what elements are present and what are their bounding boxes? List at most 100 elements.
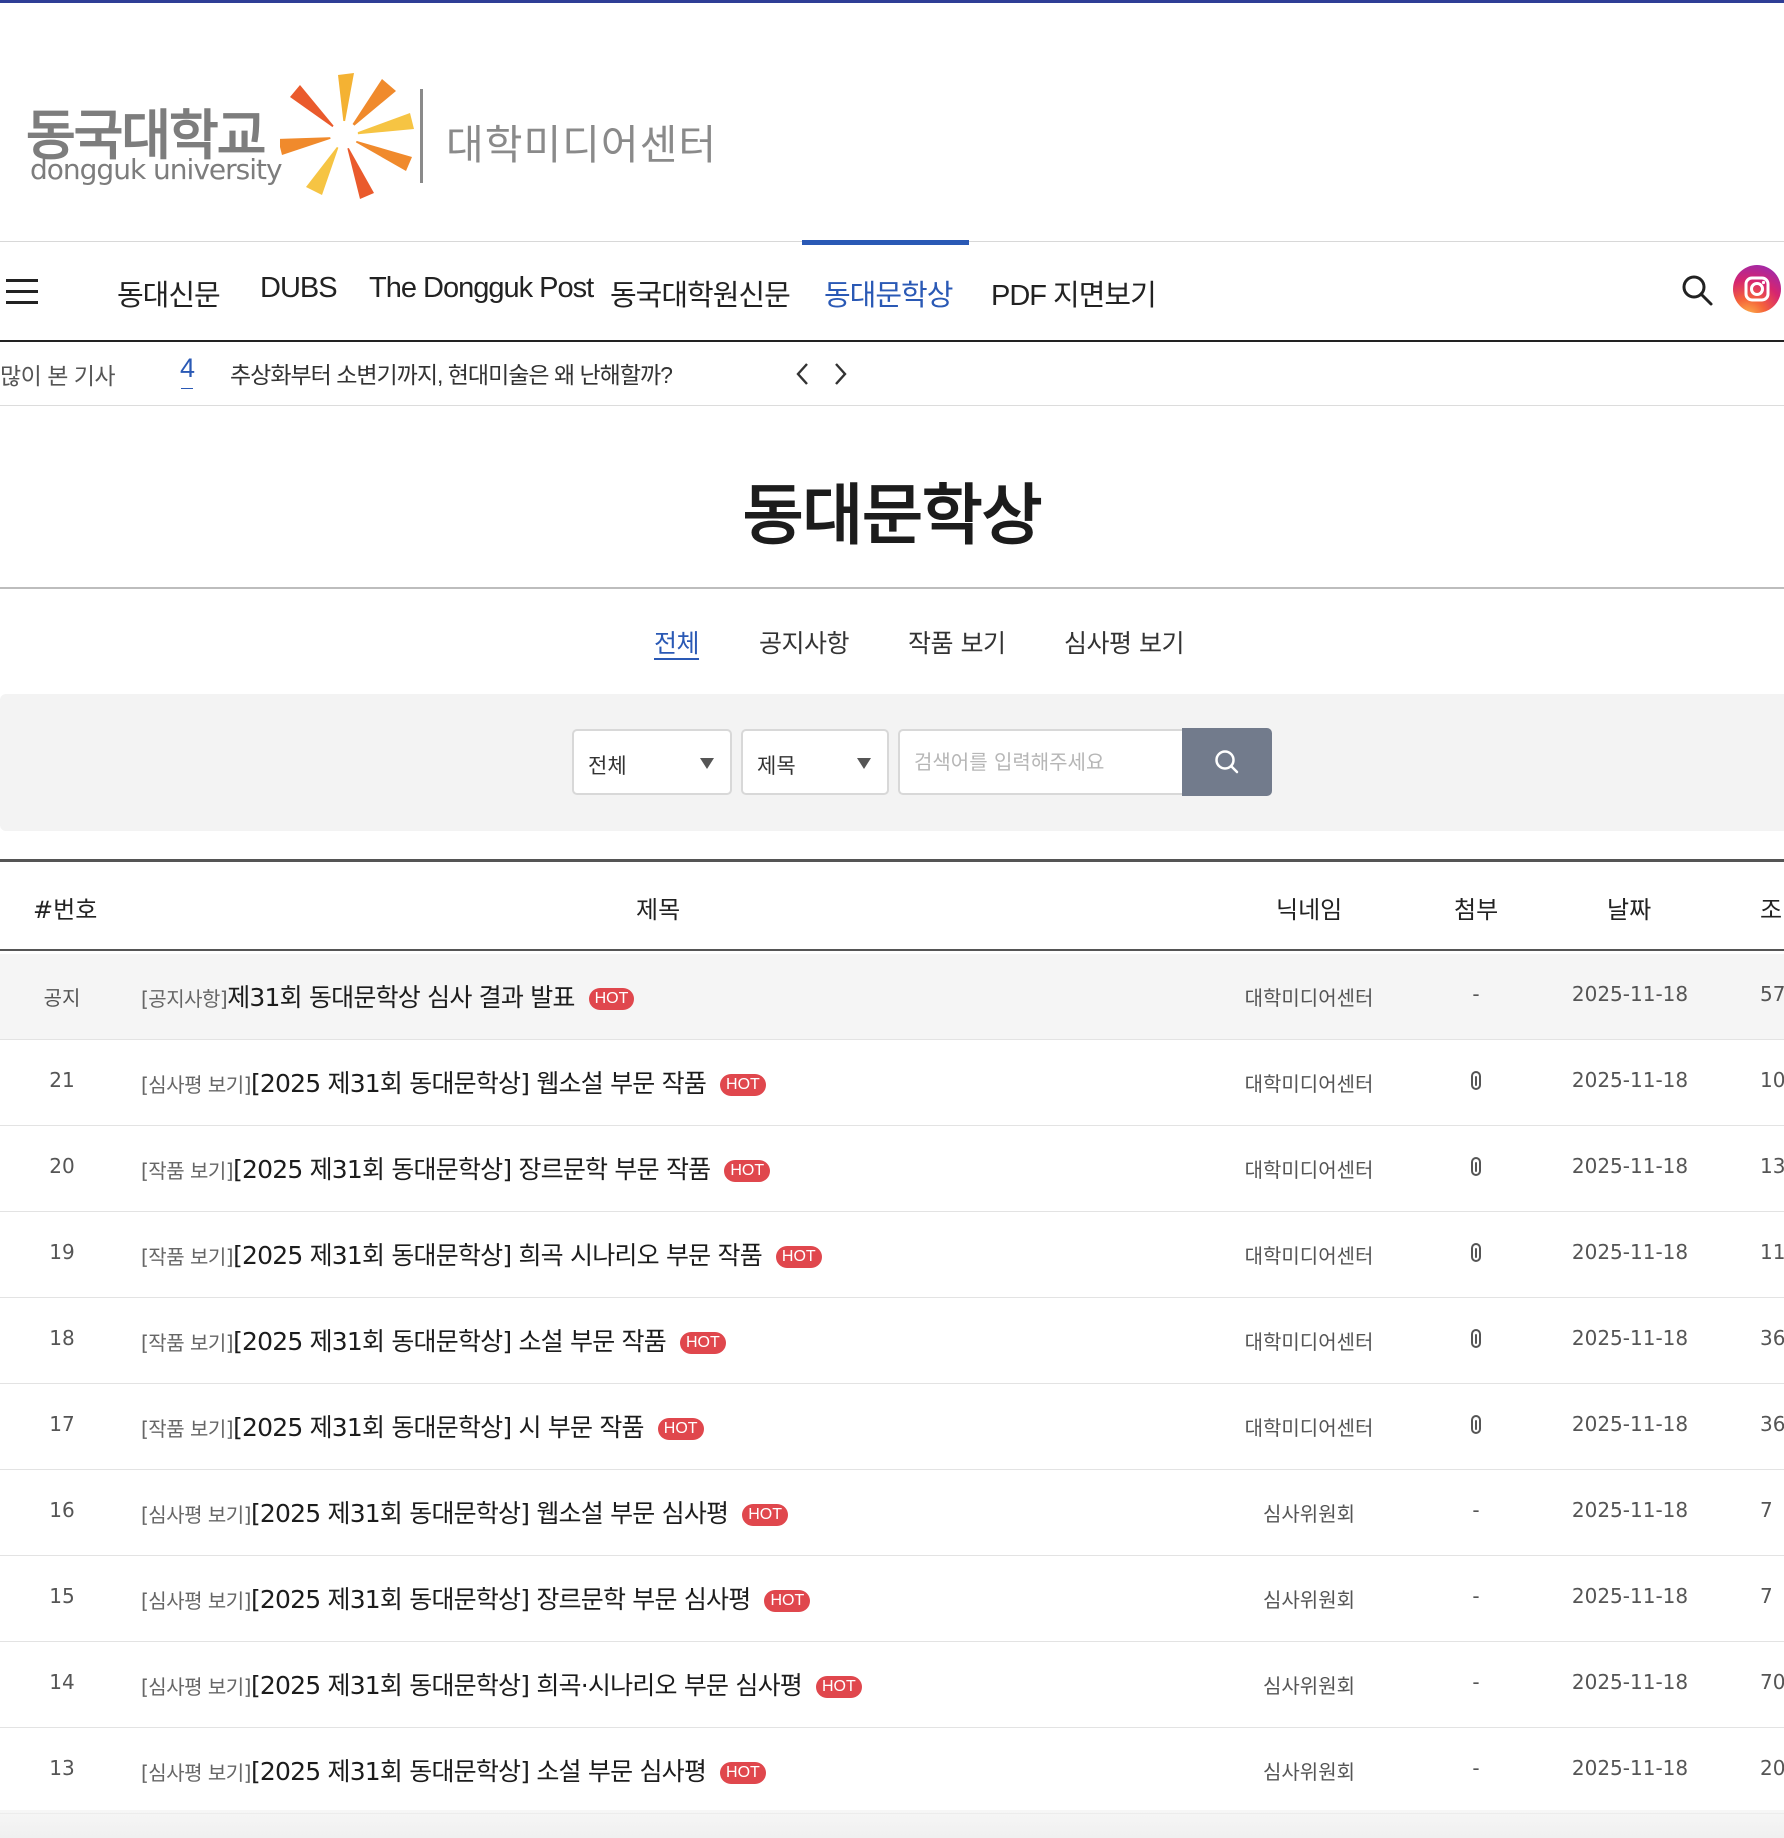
nav-item-graduate-news[interactable]: 동국대학원신문 [610, 272, 791, 314]
post-title-link[interactable]: [작품 보기][2025 제31회 동대문학상] 소설 부문 작품 HOT [141, 1322, 726, 1358]
post-date: 2025-11-18 [1571, 1240, 1689, 1264]
post-date: 2025-11-18 [1571, 1068, 1689, 1092]
table-row[interactable]: 21 [심사평 보기][2025 제31회 동대문학상] 웹소설 부문 작품 HOT… [0, 1040, 1784, 1126]
post-views: 13 [1760, 1154, 1784, 1178]
table-row[interactable]: 16 [심사평 보기][2025 제31회 동대문학상] 웹소설 부문 심사평 HO… [0, 1470, 1784, 1556]
ticker-rank-underline [181, 388, 193, 389]
post-category: [작품 보기] [141, 1417, 234, 1441]
nav-item-dongdae-news[interactable]: 동대신문 [117, 272, 221, 314]
post-date: 2025-11-18 [1571, 1412, 1689, 1436]
post-attachment [1430, 1154, 1522, 1178]
row-number: 14 [49, 1670, 75, 1694]
column-header-title[interactable]: 제목 [636, 890, 680, 925]
hot-badge: HOT [724, 1160, 771, 1182]
chevron-right-icon[interactable] [829, 360, 851, 388]
post-title-link[interactable]: [공지사항]제31회 동대문학상 심사 결과 발표 HOT [141, 978, 635, 1014]
nav-item-dongguk-post[interactable]: The Dongguk Post [369, 272, 594, 305]
logo-divider [420, 89, 423, 183]
paperclip-icon [1471, 1415, 1481, 1434]
post-date: 2025-11-18 [1571, 1584, 1689, 1608]
post-nickname: 대학미디어센터 [1244, 986, 1374, 1010]
tab-reviews[interactable]: 심사평 보기 [1064, 624, 1184, 660]
table-row[interactable]: 17 [작품 보기][2025 제31회 동대문학상] 시 부문 작품 HOT 대학미… [0, 1384, 1784, 1470]
nav-item-literary-award[interactable]: 동대문학상 [824, 272, 953, 314]
tab-all[interactable]: 전체 [654, 624, 700, 660]
table-row[interactable]: 19 [작품 보기][2025 제31회 동대문학상] 희곡 시나리오 부문 작품… [0, 1212, 1784, 1298]
post-title-link[interactable]: [작품 보기][2025 제31회 동대문학상] 시 부문 작품 HOT [141, 1408, 704, 1444]
hamburger-menu-icon[interactable] [6, 279, 38, 305]
hot-badge: HOT [720, 1074, 766, 1096]
post-title-link[interactable]: [심사평 보기][2025 제31회 동대문학상] 웹소설 부문 작품 HOT [141, 1064, 766, 1100]
post-title-link[interactable]: [작품 보기][2025 제31회 동대문학상] 장르문학 부문 작품 HOT [141, 1150, 771, 1186]
tab-works[interactable]: 작품 보기 [908, 624, 1006, 660]
tab-notices[interactable]: 공지사항 [759, 624, 850, 660]
post-category: [심사평 보기] [141, 1589, 251, 1613]
ticker-label: 많이 본 기사 [0, 363, 116, 389]
post-category: [작품 보기] [141, 1331, 234, 1355]
post-date: 2025-11-18 [1571, 982, 1689, 1006]
table-row[interactable]: 18 [작품 보기][2025 제31회 동대문학상] 소설 부문 작품 HOT 대학… [0, 1298, 1784, 1384]
chevron-left-icon[interactable] [792, 360, 814, 388]
paperclip-icon [1471, 1071, 1481, 1090]
post-title: [2025 제31회 동대문학상] 장르문학 부문 작품 [233, 1155, 711, 1184]
dropdown-arrow-icon [700, 758, 714, 769]
post-attachment [1430, 1326, 1522, 1350]
table-row[interactable]: 14 [심사평 보기][2025 제31회 동대문학상] 희곡·시나리오 부문 심… [0, 1642, 1784, 1728]
post-title: [2025 제31회 동대문학상] 장르문학 부문 심사평 [250, 1585, 751, 1614]
post-title-link[interactable]: [심사평 보기][2025 제31회 동대문학상] 장르문학 부문 심사평 HOT [141, 1580, 811, 1616]
post-nickname: 대학미디어센터 [1244, 1416, 1374, 1440]
row-number: 16 [49, 1498, 75, 1522]
table-row[interactable]: 13 [심사평 보기][2025 제31회 동대문학상] 소설 부문 심사평 HOT… [0, 1728, 1784, 1814]
post-nickname: 대학미디어센터 [1244, 1072, 1374, 1096]
hot-badge: HOT [679, 1332, 726, 1354]
post-title-link[interactable]: [심사평 보기][2025 제31회 동대문학상] 소설 부문 심사평 HOT [141, 1752, 766, 1788]
row-number: 19 [49, 1240, 75, 1264]
hot-badge: HOT [720, 1762, 766, 1784]
post-category: [공지사항] [141, 987, 228, 1011]
post-nickname: 심사위원회 [1263, 1674, 1355, 1698]
post-nickname: 대학미디어센터 [1244, 1330, 1374, 1354]
post-nickname: 심사위원회 [1263, 1760, 1355, 1784]
dongguk-lotus-logo-icon[interactable] [280, 69, 418, 199]
table-row[interactable]: 15 [심사평 보기][2025 제31회 동대문학상] 장르문학 부문 심사평 H… [0, 1556, 1784, 1642]
post-title: 제31회 동대문학상 심사 결과 발표 [227, 983, 575, 1012]
post-title-link[interactable]: [심사평 보기][2025 제31회 동대문학상] 웹소설 부문 심사평 HOT [141, 1494, 789, 1530]
post-views: 36 [1760, 1326, 1784, 1350]
row-number: 20 [49, 1154, 75, 1178]
media-center-name[interactable]: 대학미디어센터 [446, 111, 717, 171]
post-title: [2025 제31회 동대문학상] 웹소설 부문 심사평 [250, 1499, 729, 1528]
post-views: 20 [1760, 1756, 1784, 1780]
post-views: 36 [1760, 1412, 1784, 1436]
paperclip-icon [1471, 1329, 1481, 1348]
category-select[interactable]: 전체 [572, 729, 732, 795]
post-attachment: - [1430, 982, 1522, 1006]
table-row-notice[interactable]: 공지 [공지사항]제31회 동대문학상 심사 결과 발표 HOT 대학미디어센터 - 20… [0, 954, 1784, 1040]
nav-item-pdf-viewer[interactable]: PDF 지면보기 [991, 272, 1157, 314]
post-views: 7 [1760, 1498, 1773, 1522]
column-header-attachment[interactable]: 첨부 [1454, 890, 1498, 925]
post-title: [2025 제31회 동대문학상] 희곡 시나리오 부문 작품 [233, 1241, 763, 1270]
title-divider [0, 587, 1784, 589]
column-header-number[interactable]: #번호 [33, 890, 97, 925]
search-field-select[interactable]: 제목 [741, 729, 889, 795]
post-title-link[interactable]: [심사평 보기][2025 제31회 동대문학상] 희곡·시나리오 부문 심사평… [141, 1666, 862, 1702]
search-icon[interactable] [1680, 273, 1714, 307]
column-header-views[interactable]: 조 [1760, 890, 1782, 925]
post-title: [2025 제31회 동대문학상] 시 부문 작품 [233, 1413, 644, 1442]
post-category: [심사평 보기] [141, 1761, 251, 1785]
table-header-row: #번호 제목 닉네임 첨부 날짜 조 [0, 862, 1784, 951]
row-number: 17 [49, 1412, 75, 1436]
table-row[interactable]: 20 [작품 보기][2025 제31회 동대문학상] 장르문학 부문 작품 HOT… [0, 1126, 1784, 1212]
column-header-date[interactable]: 날짜 [1607, 890, 1651, 925]
row-number: 21 [49, 1068, 75, 1092]
nav-item-dubs[interactable]: DUBS [260, 272, 338, 305]
logo-english-text[interactable]: dongguk university [30, 153, 283, 186]
post-title-link[interactable]: [작품 보기][2025 제31회 동대문학상] 희곡 시나리오 부문 작품 HO… [141, 1236, 822, 1272]
ticker-headline-link[interactable]: 추상화부터 소변기까지, 현대미술은 왜 난해할까? [230, 356, 673, 390]
no-attachment: - [1472, 982, 1480, 1006]
instagram-icon[interactable] [1733, 265, 1781, 313]
column-header-nickname[interactable]: 닉네임 [1276, 890, 1342, 925]
search-button[interactable] [1182, 728, 1272, 796]
site-header: 동국대학교 dongguk university 대학미디어센터 [0, 3, 1784, 242]
search-input[interactable] [898, 729, 1183, 795]
